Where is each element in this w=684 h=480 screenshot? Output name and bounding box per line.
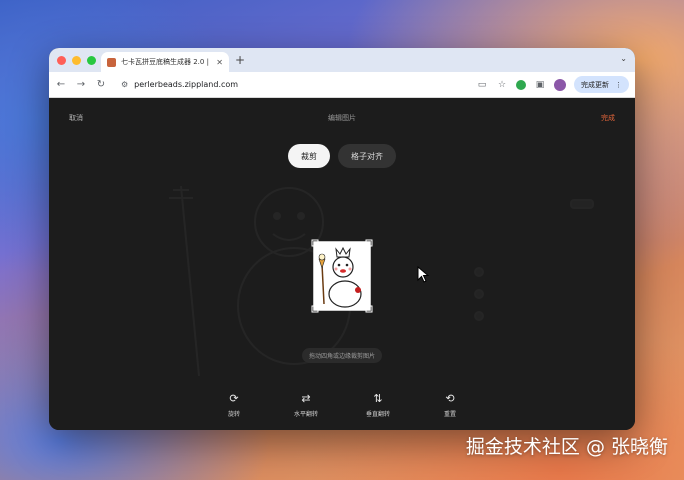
- back-icon[interactable]: ←: [55, 79, 67, 90]
- edit-toolbar: ⟳ 旋转 ⇄ 水平翻转 ⇅ 垂直翻转 ⟲ 重置: [49, 392, 635, 419]
- flip-horizontal-label: 水平翻转: [293, 411, 318, 418]
- mode-tabs: 裁剪 格子对齐: [49, 144, 635, 168]
- browser-tab[interactable]: 七卡瓦拼豆底稿生成器 2.0 | Pe ✕: [101, 52, 229, 72]
- new-tab-icon[interactable]: +: [235, 53, 245, 67]
- rotate-icon: ⟳: [229, 392, 239, 405]
- browser-window: 七卡瓦拼豆底稿生成器 2.0 | Pe ✕ + ⌄ ← → ↻ ⚙ perler…: [49, 48, 635, 430]
- snowman-body: [328, 280, 362, 308]
- crop-region: [311, 239, 373, 313]
- update-button[interactable]: 完成更新 ⋮: [574, 76, 629, 93]
- flip-vertical-label: 垂直翻转: [365, 411, 390, 418]
- tab-grid-align[interactable]: 格子对齐: [338, 144, 396, 168]
- reset-label: 重置: [443, 411, 456, 418]
- done-button[interactable]: 完成: [601, 113, 615, 123]
- flip-horizontal-icon: ⇄: [301, 392, 311, 405]
- profile-avatar[interactable]: [554, 78, 566, 91]
- reset-icon: ⟲: [445, 392, 455, 405]
- reload-icon[interactable]: ↻: [95, 79, 107, 90]
- tab-title: 七卡瓦拼豆底稿生成器 2.0 | Pe: [121, 58, 212, 66]
- editor-header: 取消 编辑图片 完成: [69, 112, 615, 124]
- extensions-puzzle-icon[interactable]: ▣: [534, 80, 546, 90]
- tab-strip: 七卡瓦拼豆底稿生成器 2.0 | Pe ✕ + ⌄: [49, 48, 635, 72]
- rotate-label: 旋转: [227, 411, 240, 418]
- flip-vertical-icon: ⇅: [373, 392, 383, 405]
- crop-hint: 拖动四角或边缘裁剪图片: [49, 348, 635, 363]
- image-editor: 取消 编辑图片 完成 裁剪 格子对齐 拖动四角或边缘裁剪图片 ⟳ 旋转 ⇄ 水平…: [49, 98, 635, 430]
- tab-close-icon[interactable]: ✕: [216, 58, 223, 67]
- minimize-window-button[interactable]: [72, 56, 81, 65]
- bookmark-star-icon[interactable]: ☆: [496, 80, 508, 90]
- more-menu-icon: ⋮: [615, 80, 622, 89]
- url-text: perlerbeads.zippland.com: [134, 80, 239, 89]
- extension-icon[interactable]: [516, 79, 526, 90]
- update-label: 完成更新: [581, 80, 609, 89]
- favicon-icon: [107, 57, 116, 67]
- window-controls: [57, 56, 96, 65]
- browser-toolbar: ← → ↻ ⚙ perlerbeads.zippland.com ▭ ☆ ▣ 完…: [49, 72, 635, 98]
- flip-horizontal-button[interactable]: ⇄ 水平翻转: [289, 392, 323, 419]
- mouse-cursor-icon: [417, 266, 430, 283]
- rotate-button[interactable]: ⟳ 旋转: [217, 392, 251, 419]
- watermark: 掘金技术社区 @ 张晓衡: [465, 436, 668, 458]
- forward-icon[interactable]: →: [75, 79, 87, 90]
- address-bar[interactable]: ⚙ perlerbeads.zippland.com: [115, 76, 468, 94]
- maximize-window-button[interactable]: [87, 56, 96, 65]
- tab-list-chevron-icon[interactable]: ⌄: [620, 54, 627, 63]
- cancel-button[interactable]: 取消: [69, 113, 83, 123]
- page-title: 编辑图片: [328, 114, 356, 122]
- close-window-button[interactable]: [57, 56, 66, 65]
- crop-hint-text: 拖动四角或边缘裁剪图片: [301, 348, 382, 363]
- site-info-icon[interactable]: ⚙: [121, 80, 128, 89]
- tab-crop[interactable]: 裁剪: [288, 144, 330, 168]
- snowman-head: [332, 256, 354, 278]
- reset-button[interactable]: ⟲ 重置: [433, 392, 467, 419]
- cast-icon[interactable]: ▭: [476, 80, 488, 90]
- flip-vertical-button[interactable]: ⇅ 垂直翻转: [361, 392, 395, 419]
